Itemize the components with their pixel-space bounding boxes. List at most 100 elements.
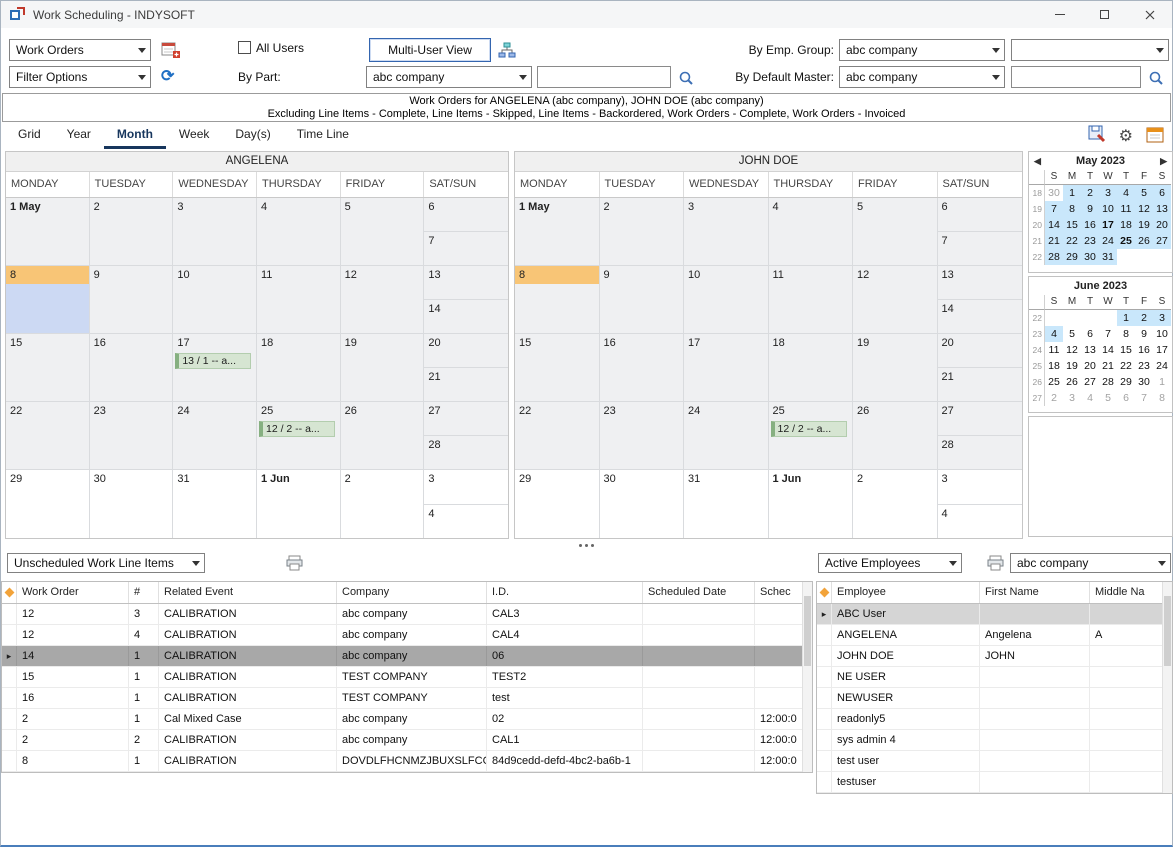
org-chart-view-icon[interactable] — [497, 40, 517, 60]
calendar-day-cell[interactable]: 22 — [6, 402, 90, 470]
emp-group-extra-select[interactable] — [1011, 39, 1169, 61]
calendar-day-cell[interactable]: 2 — [341, 470, 425, 538]
table-row[interactable]: 22CALIBRATIONabc companyCAL112:00:0 — [2, 730, 812, 751]
mini-day[interactable]: 7 — [1099, 326, 1117, 342]
mini-day[interactable]: 15 — [1117, 342, 1135, 358]
horizontal-splitter[interactable] — [1, 539, 1172, 551]
table-row[interactable]: NEWUSER — [817, 688, 1172, 709]
calendar-day-cell[interactable]: 19 — [853, 334, 938, 402]
column-header[interactable]: First Name — [980, 582, 1090, 603]
next-month-icon[interactable]: ▶ — [1160, 155, 1167, 167]
calendar-day-cell[interactable]: 1713 / 1 -- a... — [173, 334, 257, 402]
column-header[interactable]: Middle Na — [1090, 582, 1172, 603]
mini-day[interactable]: 11 — [1045, 342, 1063, 358]
tab-month[interactable]: Month — [104, 122, 166, 149]
calendar-day-cell[interactable]: 18 — [257, 334, 341, 402]
mini-day[interactable]: 9 — [1135, 326, 1153, 342]
calendar-day-cell[interactable]: 2512 / 2 -- a... — [257, 402, 341, 470]
mini-day[interactable]: 8 — [1153, 390, 1171, 406]
tab-grid[interactable]: Grid — [5, 122, 54, 149]
part-search-input[interactable] — [537, 66, 671, 88]
close-button[interactable] — [1127, 1, 1172, 28]
mini-day[interactable]: 30 — [1135, 374, 1153, 390]
gear-icon[interactable]: ⚙ — [1119, 128, 1133, 146]
sunday-half[interactable]: 7 — [938, 232, 1023, 265]
mini-day[interactable]: 3 — [1063, 390, 1081, 406]
calendar-day-cell[interactable]: 10 — [173, 266, 257, 334]
mini-day[interactable]: 17 — [1153, 342, 1171, 358]
calendar-day-cell[interactable]: 16 — [90, 334, 174, 402]
column-header[interactable]: Company — [337, 582, 487, 603]
sunday-half[interactable]: 14 — [938, 300, 1023, 333]
mini-day[interactable]: 24 — [1099, 233, 1117, 249]
column-header[interactable]: # — [129, 582, 159, 603]
sunday-half[interactable]: 28 — [938, 436, 1023, 469]
saturday-half[interactable]: 13 — [938, 266, 1023, 300]
scrollbar-thumb[interactable] — [1164, 596, 1171, 666]
mini-day[interactable]: 2 — [1081, 185, 1099, 201]
mini-day[interactable]: 1 — [1117, 310, 1135, 326]
calendar-day-cell[interactable]: 19 — [341, 334, 425, 402]
view-mode-select[interactable]: Work Orders — [9, 39, 151, 61]
multi-user-view-button[interactable]: Multi-User View — [369, 38, 491, 62]
mini-day[interactable]: 15 — [1063, 217, 1081, 233]
calendar-day-cell[interactable]: 24 — [173, 402, 257, 470]
mini-day[interactable]: 20 — [1081, 358, 1099, 374]
calendar-day-cell[interactable]: 1 May — [6, 198, 90, 266]
employees-view-select[interactable]: Active Employees — [818, 553, 962, 573]
calendar-day-cell[interactable]: 30 — [90, 470, 174, 538]
table-row[interactable]: 123CALIBRATIONabc companyCAL3 — [2, 604, 812, 625]
mini-day[interactable]: 6 — [1081, 326, 1099, 342]
line-items-view-select[interactable]: Unscheduled Work Line Items — [7, 553, 205, 573]
calendar-day-cell[interactable]: 2 — [853, 470, 938, 538]
mini-day[interactable]: 22 — [1117, 358, 1135, 374]
sunday-half[interactable]: 21 — [938, 368, 1023, 401]
table-row[interactable]: ▸ABC User — [817, 604, 1172, 625]
mini-day[interactable]: 5 — [1063, 326, 1081, 342]
calendar-goto-icon[interactable] — [1146, 126, 1164, 148]
calendar-day-cell[interactable]: 24 — [684, 402, 769, 470]
mini-day[interactable]: 1 — [1153, 374, 1171, 390]
mini-day[interactable]: 16 — [1081, 217, 1099, 233]
calendar-day-cell[interactable]: 31 — [173, 470, 257, 538]
employees-grid-scrollbar[interactable] — [1162, 582, 1172, 793]
mini-day[interactable]: 12 — [1135, 201, 1153, 217]
tab-year[interactable]: Year — [54, 122, 104, 149]
calendar-day-cell[interactable]: 2 — [600, 198, 685, 266]
mini-day[interactable]: 5 — [1099, 390, 1117, 406]
table-row[interactable]: JOHN DOEJOHN — [817, 646, 1172, 667]
saturday-half[interactable]: 13 — [424, 266, 508, 300]
mini-day[interactable]: 29 — [1063, 249, 1081, 265]
mini-day[interactable]: 10 — [1153, 326, 1171, 342]
calendar-day-cell[interactable]: 2512 / 2 -- a... — [769, 402, 854, 470]
calendar-day-cell[interactable]: 4 — [769, 198, 854, 266]
calendar-day-cell[interactable]: 9 — [90, 266, 174, 334]
saturday-half[interactable]: 27 — [938, 402, 1023, 436]
calendar-day-cell[interactable]: 22 — [515, 402, 600, 470]
mini-day[interactable]: 30 — [1081, 249, 1099, 265]
line-items-grid-scrollbar[interactable] — [802, 582, 812, 772]
saturday-half[interactable]: 20 — [938, 334, 1023, 368]
part-company-select[interactable]: abc company — [366, 66, 532, 88]
calendar-day-cell[interactable]: 11 — [257, 266, 341, 334]
calendar-day-cell[interactable]: 12 — [341, 266, 425, 334]
prev-month-icon[interactable]: ◀ — [1034, 155, 1041, 167]
calendar-event[interactable]: 12 / 2 -- a... — [259, 421, 335, 437]
mini-day[interactable]: 27 — [1081, 374, 1099, 390]
mini-day[interactable]: 8 — [1063, 201, 1081, 217]
calendar-day-cell[interactable]: 2 — [90, 198, 174, 266]
table-row[interactable]: 161CALIBRATIONTEST COMPANYtest — [2, 688, 812, 709]
mini-day[interactable]: 9 — [1081, 201, 1099, 217]
mini-day[interactable]: 30 — [1045, 185, 1063, 201]
mini-day[interactable]: 22 — [1063, 233, 1081, 249]
column-header[interactable]: Employee — [832, 582, 980, 603]
mini-day[interactable]: 6 — [1117, 390, 1135, 406]
mini-day[interactable]: 27 — [1153, 233, 1171, 249]
calendar-day-cell[interactable]: 26 — [853, 402, 938, 470]
mini-day[interactable]: 14 — [1099, 342, 1117, 358]
calendar-day-cell[interactable]: 15 — [6, 334, 90, 402]
mini-day[interactable]: 19 — [1135, 217, 1153, 233]
sunday-half[interactable]: 4 — [938, 505, 1023, 539]
calendar-day-cell[interactable]: 16 — [600, 334, 685, 402]
mini-day[interactable]: 28 — [1045, 249, 1063, 265]
